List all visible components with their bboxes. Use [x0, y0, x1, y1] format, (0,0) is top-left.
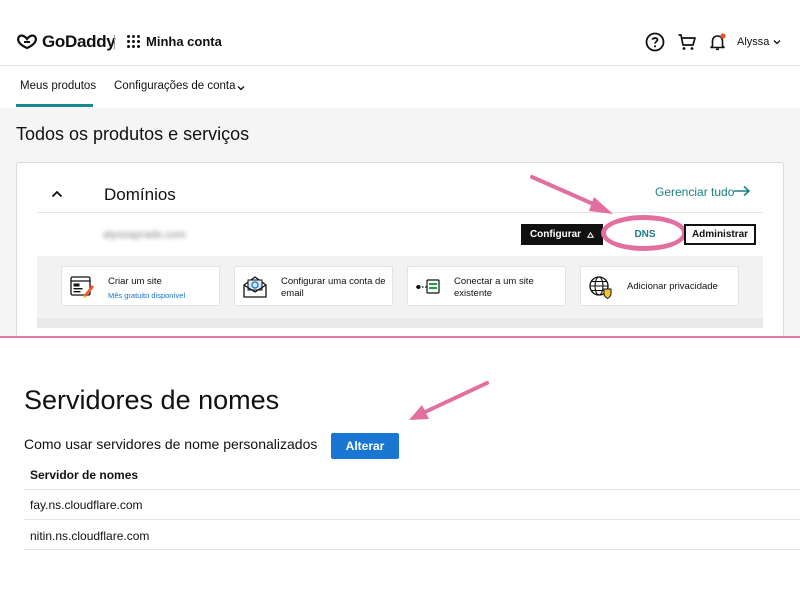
screenshot-separator [0, 336, 800, 338]
godaddy-logo-icon [17, 34, 37, 50]
apps-grid-icon[interactable] [127, 35, 140, 48]
privacy-globe-icon [589, 276, 612, 300]
triangle-up-icon [587, 231, 595, 238]
action-tile-add-privacy[interactable]: Adicionar privacidade [580, 266, 739, 306]
chevron-up-icon[interactable] [51, 190, 63, 198]
cart-icon[interactable] [677, 32, 697, 52]
tab-configuracoes-de-conta[interactable]: Configurações de conta [114, 80, 235, 92]
connect-site-icon [416, 279, 440, 294]
manage-all-link[interactable]: Gerenciar tudo [655, 185, 734, 199]
active-tab-indicator [16, 104, 93, 107]
action-tile-setup-email[interactable]: Configurar uma conta de email [234, 266, 393, 306]
nameserver-column-header: Servidor de nomes [30, 468, 139, 482]
help-icon[interactable] [645, 32, 665, 52]
nameserver-row: nitin.ns.cloudflare.com [30, 529, 150, 543]
tab-meus-produtos[interactable]: Meus produtos [20, 80, 96, 92]
configure-button-label: Configurar [529, 229, 582, 240]
custom-nameservers-help: Como usar servidores de nome personaliza… [24, 436, 318, 452]
configure-button[interactable]: Configurar [521, 224, 603, 245]
godaddy-logo[interactable]: GoDaddy [16, 32, 116, 52]
administer-button[interactable]: Administrar [684, 224, 756, 245]
notification-bell-icon[interactable] [708, 32, 728, 52]
app-title[interactable]: Minha conta [146, 34, 222, 49]
chevron-down-icon[interactable] [237, 84, 245, 92]
action-label: Configurar uma conta de email [281, 276, 386, 299]
arrow-right-icon[interactable] [733, 185, 751, 197]
page-title: Todos os produtos e serviços [16, 124, 250, 144]
table-divider [24, 519, 800, 520]
website-builder-icon [70, 276, 94, 299]
godaddy-panel: GoDaddy Minha conta Alyssa Meus produtos… [0, 0, 800, 336]
top-header: GoDaddy Minha conta Alyssa [0, 18, 800, 66]
nameserver-row: fay.ns.cloudflare.com [30, 498, 143, 512]
account-tabs: Meus produtos Configurações de conta [0, 66, 800, 108]
action-sublink[interactable]: Mês gratuito disponível [108, 291, 185, 300]
header-divider [114, 35, 115, 49]
user-menu-name[interactable]: Alyssa [737, 36, 769, 48]
domain-actions-strip: Criar um site Mês gratuito disponível Co… [37, 256, 763, 318]
table-divider [24, 549, 800, 550]
domains-card: Domínios Gerenciar tudo alyssaprado.com … [16, 162, 784, 336]
action-label: Conectar a um site existente [454, 276, 534, 299]
action-label: Criar um site [108, 276, 162, 287]
change-nameservers-button[interactable]: Alterar [331, 433, 399, 459]
logo-text: GoDaddy [42, 32, 116, 51]
action-tile-connect-site[interactable]: Conectar a um site existente [407, 266, 566, 306]
annotation-highlight-circle [601, 215, 687, 251]
action-label: Adicionar privacidade [627, 281, 718, 292]
annotation-arrow-to-alterar [409, 381, 489, 420]
table-divider [24, 489, 800, 490]
domain-name[interactable]: alyssaprado.com [103, 229, 186, 241]
email-envelope-icon [243, 276, 267, 298]
nameservers-title: Servidores de nomes [24, 385, 280, 415]
card-divider [37, 212, 763, 213]
chevron-down-icon[interactable] [773, 38, 781, 46]
domains-title: Domínios [104, 185, 176, 204]
action-tile-create-site[interactable]: Criar um site Mês gratuito disponível [61, 266, 220, 306]
card-bottom-strip [37, 318, 763, 328]
